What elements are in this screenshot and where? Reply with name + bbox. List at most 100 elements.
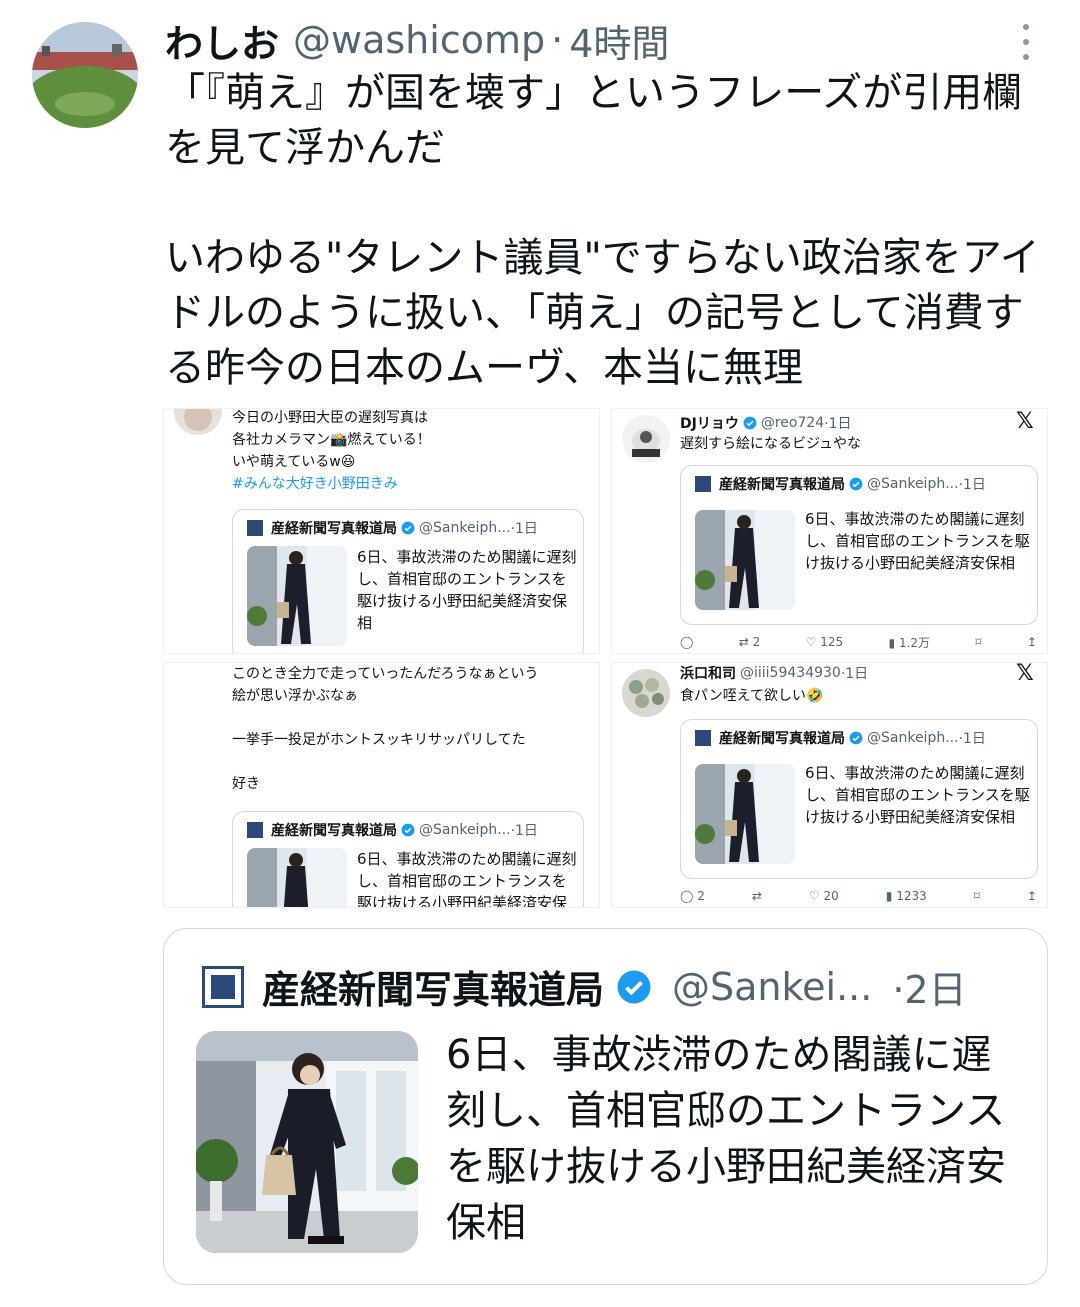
verified-icon	[401, 521, 415, 535]
cell3-line-6: 好き	[232, 776, 260, 792]
quote-time: ·1日	[958, 731, 986, 747]
cell4-header: 浜口和司 @iiii59434930 ·1日	[680, 663, 868, 683]
cell1-line-1: 今日の小野田大臣の遅刻写真は	[232, 410, 428, 426]
quote-handle: @Sankeiph...	[419, 520, 511, 536]
quote-name: 産経新聞写真報道局	[271, 521, 397, 537]
quoted-tweet-header: 産経新聞写真報道局 @Sankei... ·2日	[202, 959, 967, 1014]
user-handle[interactable]: @washicomp	[293, 18, 545, 62]
display-name[interactable]: わしお	[165, 13, 279, 68]
cell1-line-3: いや萌えているw😆	[232, 454, 356, 470]
quoted-tweet-handle[interactable]: @Sankei...	[672, 965, 872, 1009]
separator-dot: ·	[551, 18, 564, 62]
sankei-logo-icon	[202, 965, 244, 1008]
more-options-icon[interactable]	[1018, 24, 1034, 60]
bookmark-icon: ⌑	[975, 635, 982, 649]
quote-name: 産経新聞写真報道局	[271, 823, 397, 839]
retweet-icon: ⇄	[751, 889, 762, 903]
verified-icon	[401, 823, 415, 837]
reply-icon: ◯	[680, 635, 694, 649]
cell2-metrics: ◯ ⇄ 2 ♡ 125 ▮ 1.2万 ⌑ ↥	[680, 631, 1037, 653]
quote-card: 産経新聞写真報道局 @Sankeiph... ·1日 6日、事故渋滞のため閣議に…	[232, 509, 584, 653]
cell3-text: このとき全力で走っていったんだろうなぁという 絵が思い浮かぶなぁ 一挙手一投足が…	[232, 663, 538, 795]
quoted-tweet-name[interactable]: 産経新聞写真報道局	[262, 959, 604, 1014]
quote-header: 産経新聞写真報道局 @Sankeiph... ·1日	[247, 820, 538, 840]
retweet-count: 2	[752, 635, 761, 649]
quote-thumbnail	[247, 546, 347, 646]
cell4-metrics: ◯ 2 ⇄ ♡ 20 ▮ 1233 ⌑ ↥	[680, 885, 1037, 907]
views-count: 1233	[896, 889, 927, 903]
quote-card: 産経新聞写真報道局 @Sankeiph... ·1日 6日、事故渋滞のため閣議に…	[232, 811, 584, 908]
cell1-line-2: 各社カメラマン📸燃えている！	[232, 432, 431, 448]
like-icon: ♡ 20	[808, 889, 839, 903]
mini-avatar	[622, 669, 670, 717]
cell2-time: ·1日	[824, 416, 852, 432]
like-icon: ♡ 125	[805, 635, 844, 649]
quote-header: 産経新聞写真報道局 @Sankeiph... ·1日	[247, 518, 538, 538]
cell4-time: ·1日	[840, 666, 869, 682]
quoted-tweet-time[interactable]: ·2日	[892, 959, 966, 1014]
cell3-line-5	[232, 751, 538, 773]
collage-cell-2: DJリョウ @reo724 ·1日 𝕏 遅刻すら絵になるビジュやな 産経新聞写真…	[611, 408, 1048, 654]
collage-cell-3: このとき全力で走っていったんだろうなぁという 絵が思い浮かぶなぁ 一挙手一投足が…	[163, 662, 600, 908]
views-icon: ▮ 1233	[885, 889, 927, 903]
quote-text: 6日、事故渋滞のため閣議に遅刻し、首相官邸のエントランスを駆け抜ける小野田紀美経…	[805, 764, 1030, 826]
collage-cell-1: 今日の小野田大臣の遅刻写真は 各社カメラマン📸燃えている！ いや萌えているw😆 …	[163, 408, 600, 654]
verified-icon	[849, 731, 863, 745]
user-avatar[interactable]	[32, 22, 138, 128]
sankei-logo-icon	[695, 730, 711, 746]
sankei-logo-icon	[247, 520, 263, 536]
share-icon: ↥	[1026, 635, 1037, 649]
quote-handle: @Sankeiph...	[867, 730, 959, 746]
mini-avatar	[622, 415, 670, 463]
reply-count: 2	[697, 889, 705, 903]
tweet-text: 「『萌え』が国を壊す」というフレーズが引用欄を見て浮かんだ いわゆる"タレント議…	[165, 70, 1040, 391]
quoted-tweet-text: 6日、事故渋滞のため閣議に遅刻し、首相官邸のエントランスを駆け抜ける小野田紀美経…	[446, 1032, 1006, 1246]
cell2-text: 遅刻すら絵になるビジュやな	[680, 436, 862, 452]
quote-thumbnail	[695, 764, 795, 864]
quote-text: 6日、事故渋滞のため閣議に遅刻し、首相官邸のエントランスを駆け抜ける小野田紀美経…	[357, 850, 577, 908]
tweet-header: わしお @washicomp · 4時間	[165, 14, 669, 66]
retweet-icon: ⇄ 2	[738, 635, 761, 649]
quote-thumbnail	[695, 510, 795, 610]
quote-thumbnail	[247, 848, 347, 907]
quote-card: 産経新聞写真報道局 @Sankeiph... ·1日 6日、事故渋滞のため閣議に…	[680, 465, 1038, 625]
quote-time: ·1日	[958, 477, 986, 493]
attached-image-collage[interactable]: 今日の小野田大臣の遅刻写真は 各社カメラマン📸燃えている！ いや萌えているw😆 …	[163, 408, 1048, 908]
quote-text: 6日、事故渋滞のため閣議に遅刻し、首相官邸のエントランスを駆け抜ける小野田紀美経…	[357, 548, 577, 632]
quote-name: 産経新聞写真報道局	[719, 477, 845, 493]
bookmark-icon: ⌑	[973, 889, 980, 903]
cell3-line-4: 一挙手一投足がホントスッキリサッパリしてた	[232, 732, 526, 748]
cell2-handle: @reo724	[760, 415, 825, 431]
cell3-line-1: このとき全力で走っていったんだろうなぁという	[232, 666, 539, 682]
sankei-logo-icon	[247, 822, 263, 838]
collage-cell-4: 浜口和司 @iiii59434930 ·1日 𝕏 食パン咥えて欲しい🤣 産経新聞…	[611, 662, 1048, 908]
quote-time: ·1日	[510, 521, 538, 537]
quote-text: 6日、事故渋滞のため閣議に遅刻し、首相官邸のエントランスを駆け抜ける小野田紀美経…	[805, 510, 1030, 572]
quote-name: 産経新聞写真報道局	[719, 731, 845, 747]
quoted-tweet-card[interactable]: 産経新聞写真報道局 @Sankei... ·2日 6日、事故渋滞のため閣議に遅刻…	[163, 928, 1048, 1285]
cell2-header: DJリョウ @reo724 ·1日	[680, 413, 852, 433]
quote-header: 産経新聞写真報道局 @Sankeiph... ·1日	[695, 474, 986, 494]
cell4-handle: @iiii59434930	[740, 665, 841, 681]
quote-handle: @Sankeiph...	[867, 476, 959, 492]
like-count: 125	[820, 635, 844, 649]
verified-icon	[743, 416, 757, 430]
tweet-time[interactable]: 4時間	[569, 13, 669, 68]
x-logo-icon: 𝕏	[1016, 409, 1034, 434]
quote-handle: @Sankeiph...	[419, 822, 511, 838]
cell2-name: DJリョウ	[680, 416, 739, 432]
cell1-text: 今日の小野田大臣の遅刻写真は 各社カメラマン📸燃えている！ いや萌えているw😆 …	[232, 409, 431, 495]
cell3-line-2: 絵が思い浮かぶなぁ	[232, 688, 358, 704]
quote-card: 産経新聞写真報道局 @Sankeiph... ·1日 6日、事故渋滞のため閣議に…	[680, 719, 1038, 879]
quote-time: ·1日	[510, 823, 538, 839]
mini-avatar	[174, 409, 222, 435]
quoted-tweet-thumbnail[interactable]	[196, 1031, 418, 1253]
views-count: 1.2万	[898, 635, 931, 650]
share-icon: ↥	[1026, 889, 1037, 903]
verified-icon	[617, 970, 651, 1003]
cell4-name: 浜口和司	[680, 666, 736, 682]
like-count: 20	[823, 889, 839, 903]
cell4-text: 食パン咥えて欲しい🤣	[680, 688, 824, 704]
cell1-hashtag[interactable]: #みんな大好き小野田きみ	[232, 473, 431, 495]
verified-icon	[849, 477, 863, 491]
